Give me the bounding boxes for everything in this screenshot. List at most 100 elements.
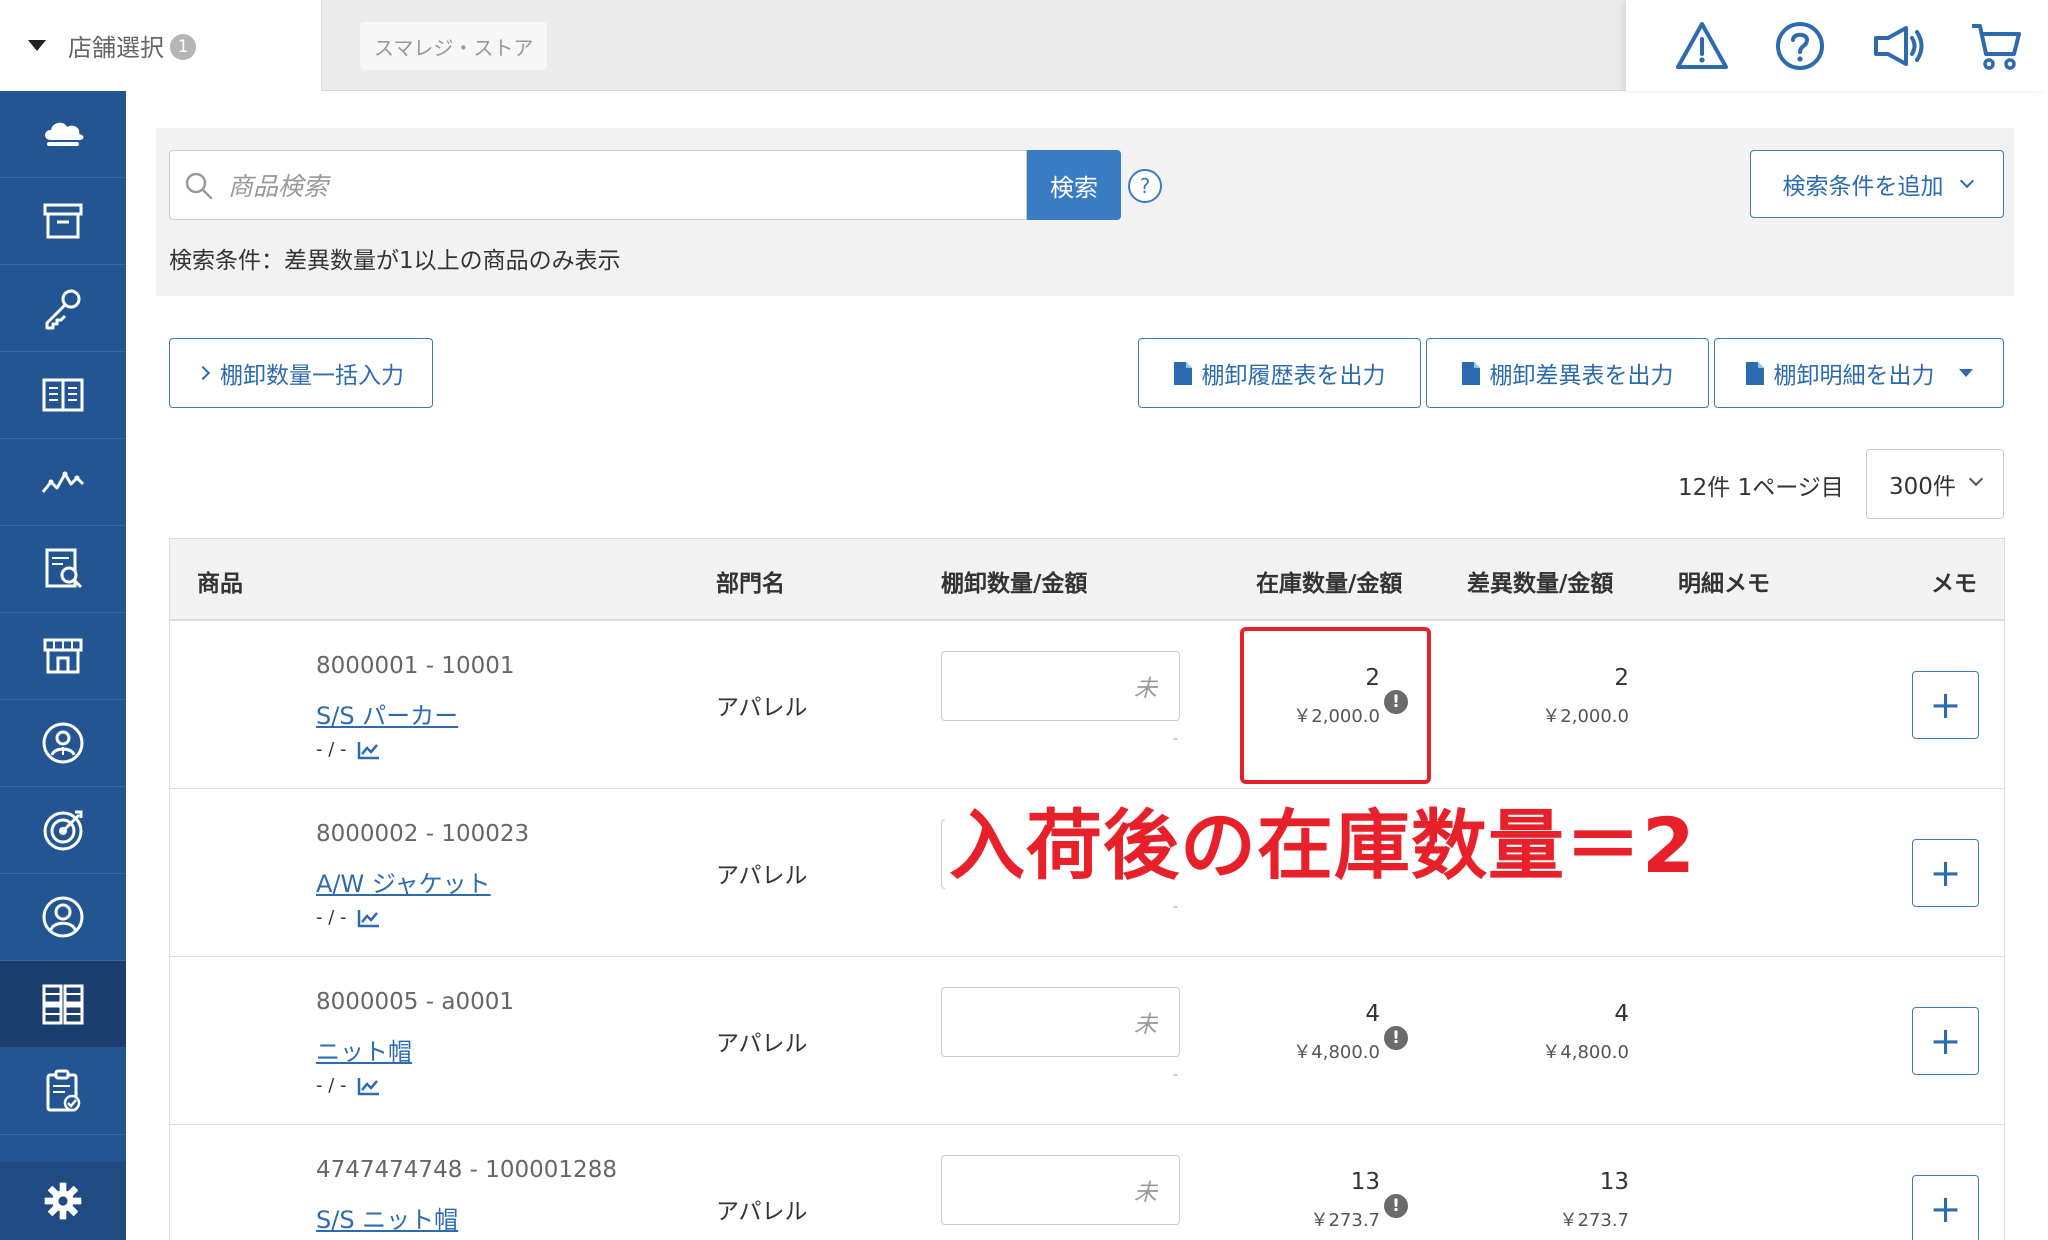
count-amount: - xyxy=(1173,1067,1179,1083)
count-input[interactable]: 未 xyxy=(941,1155,1180,1225)
book-icon xyxy=(42,378,84,412)
add-search-condition-label: 検索条件を追加 xyxy=(1782,174,1944,200)
product-code: 8000001 - 10001 xyxy=(316,653,515,679)
store-select-dropdown[interactable]: 店舗選択 1 xyxy=(0,0,322,91)
count-input[interactable]: 未 xyxy=(941,651,1180,721)
table-row: 4747474748 - 100001288 S/S ニット帽 アパレル 未 1… xyxy=(170,1125,2004,1240)
sidebar-item-cloud[interactable] xyxy=(0,91,126,178)
caret-down-icon xyxy=(28,40,46,51)
add-search-condition-button[interactable]: 検索条件を追加 xyxy=(1750,150,2004,218)
product-sub-info: - / - xyxy=(316,739,381,760)
stock-amount: ￥273.7 xyxy=(1310,1210,1380,1231)
staff-icon xyxy=(42,722,84,764)
sidebar-item-inventory[interactable] xyxy=(0,961,126,1048)
key-icon xyxy=(45,289,81,330)
trend-chart-icon[interactable] xyxy=(357,908,381,928)
cart-icon[interactable] xyxy=(1968,18,2024,74)
chevron-right-icon xyxy=(195,365,211,381)
document-icon xyxy=(1461,361,1480,385)
diff-qty: 4 xyxy=(1614,1001,1629,1027)
add-memo-button[interactable]: + xyxy=(1912,839,1979,907)
sidebar-item-book[interactable] xyxy=(0,352,126,439)
department-name: アパレル xyxy=(716,695,808,721)
product-name-link[interactable]: A/W ジャケット xyxy=(316,864,491,899)
header-count: 棚卸数量/金額 xyxy=(941,571,1088,597)
archive-icon xyxy=(43,203,83,239)
product-sub-info: - / - xyxy=(316,1075,381,1096)
gear-icon xyxy=(44,1182,82,1220)
export-detail-label: 棚卸明細を出力 xyxy=(1773,363,1935,389)
search-condition-text: 検索条件：差異数量が1以上の商品のみ表示 xyxy=(169,248,621,274)
sidebar-item-report[interactable] xyxy=(0,526,126,613)
table-row: 8000005 - a0001 ニット帽 - / - アパレル 未 - 4 ￥4… xyxy=(170,957,2004,1125)
export-history-label: 棚卸履歴表を出力 xyxy=(1201,363,1386,389)
department-name: アパレル xyxy=(716,1031,808,1057)
search-input[interactable]: 商品検索 xyxy=(169,150,1027,220)
report-search-icon xyxy=(45,548,83,589)
per-page-select[interactable]: 300件 xyxy=(1866,449,2004,519)
sidebar-item-customer[interactable] xyxy=(0,874,126,961)
product-sub-text: - / - xyxy=(316,907,347,928)
count-amount: - xyxy=(1173,731,1179,747)
sidebar-item-archive[interactable] xyxy=(0,178,126,265)
diff-qty: 13 xyxy=(1599,1169,1629,1195)
department-name: アパレル xyxy=(716,1199,808,1225)
line-chart-icon xyxy=(41,471,85,493)
diff-amount: ￥2,000.0 xyxy=(1542,706,1629,727)
annotation-text: 入荷後の在庫数量＝2 xyxy=(945,800,1700,892)
clipboard-check-icon xyxy=(46,1069,81,1112)
store-count-badge: 1 xyxy=(170,34,196,60)
product-name-link[interactable]: S/S パーカー xyxy=(316,696,458,731)
diff-amount: ￥273.7 xyxy=(1559,1210,1629,1231)
add-memo-button[interactable]: + xyxy=(1912,1007,1979,1075)
chevron-down-icon xyxy=(1968,471,1984,487)
top-icon-bar xyxy=(1626,0,2048,91)
stock-qty: 13 xyxy=(1350,1169,1380,1195)
export-diff-button[interactable]: 棚卸差異表を出力 xyxy=(1426,338,1709,408)
search-button[interactable]: 検索 xyxy=(1027,150,1121,220)
header-product: 商品 xyxy=(197,571,243,597)
header-stock: 在庫数量/金額 xyxy=(1256,571,1403,597)
sidebar-item-staff[interactable] xyxy=(0,700,126,787)
document-icon xyxy=(1745,361,1764,385)
sidebar-item-store[interactable] xyxy=(0,613,126,700)
bulk-input-label: 棚卸数量一括入力 xyxy=(220,363,404,389)
count-input[interactable]: 未 xyxy=(941,987,1180,1057)
sidebar-item-analytics[interactable] xyxy=(0,439,126,526)
bulk-input-button[interactable]: 棚卸数量一括入力 xyxy=(169,338,433,408)
sidebar-item-target[interactable] xyxy=(0,787,126,874)
sidebar-settings[interactable] xyxy=(0,1162,126,1240)
trend-chart-icon[interactable] xyxy=(357,1076,381,1096)
help-icon[interactable] xyxy=(1772,18,1828,74)
per-page-value: 300件 xyxy=(1889,474,1956,500)
inventory-grid-icon xyxy=(42,984,84,1025)
search-help-icon[interactable]: ? xyxy=(1128,169,1162,203)
product-sub-text: - / - xyxy=(316,1075,347,1096)
pagination-info: 12件 1ページ目 xyxy=(1678,475,1844,501)
product-sub-text: - / - xyxy=(316,739,347,760)
add-memo-button[interactable]: + xyxy=(1912,671,1979,739)
export-history-button[interactable]: 棚卸履歴表を出力 xyxy=(1138,338,1421,408)
department-name: アパレル xyxy=(716,863,808,889)
document-icon xyxy=(1173,361,1192,385)
sidebar xyxy=(0,91,126,1240)
warning-dot-icon[interactable]: ! xyxy=(1384,1194,1408,1218)
sidebar-item-key[interactable] xyxy=(0,265,126,352)
top-bar: 店舗選択 1 スマレジ・ストア xyxy=(0,0,2048,91)
add-memo-button[interactable]: + xyxy=(1912,1175,1979,1240)
megaphone-icon[interactable] xyxy=(1870,18,1926,74)
export-detail-button[interactable]: 棚卸明細を出力 xyxy=(1714,338,2004,408)
sidebar-item-checklist[interactable] xyxy=(0,1048,126,1135)
caret-down-icon xyxy=(1958,369,1973,377)
product-name-link[interactable]: S/S ニット帽 xyxy=(316,1200,458,1235)
header-diff: 差異数量/金額 xyxy=(1467,571,1614,597)
trend-chart-icon[interactable] xyxy=(357,740,381,760)
product-name-link[interactable]: ニット帽 xyxy=(316,1032,412,1067)
store-name-chip[interactable]: スマレジ・ストア xyxy=(360,22,548,70)
table-row: 8000001 - 10001 S/S パーカー - / - アパレル 未 - … xyxy=(170,621,2004,789)
search-panel: 商品検索 検索 ? 検索条件を追加 検索条件：差異数量が1以上の商品のみ表示 xyxy=(156,128,2014,296)
warning-icon[interactable] xyxy=(1674,18,1730,74)
stock-highlight-box xyxy=(1240,627,1431,784)
warning-dot-icon[interactable]: ! xyxy=(1384,1026,1408,1050)
product-code: 8000002 - 100023 xyxy=(316,821,530,847)
